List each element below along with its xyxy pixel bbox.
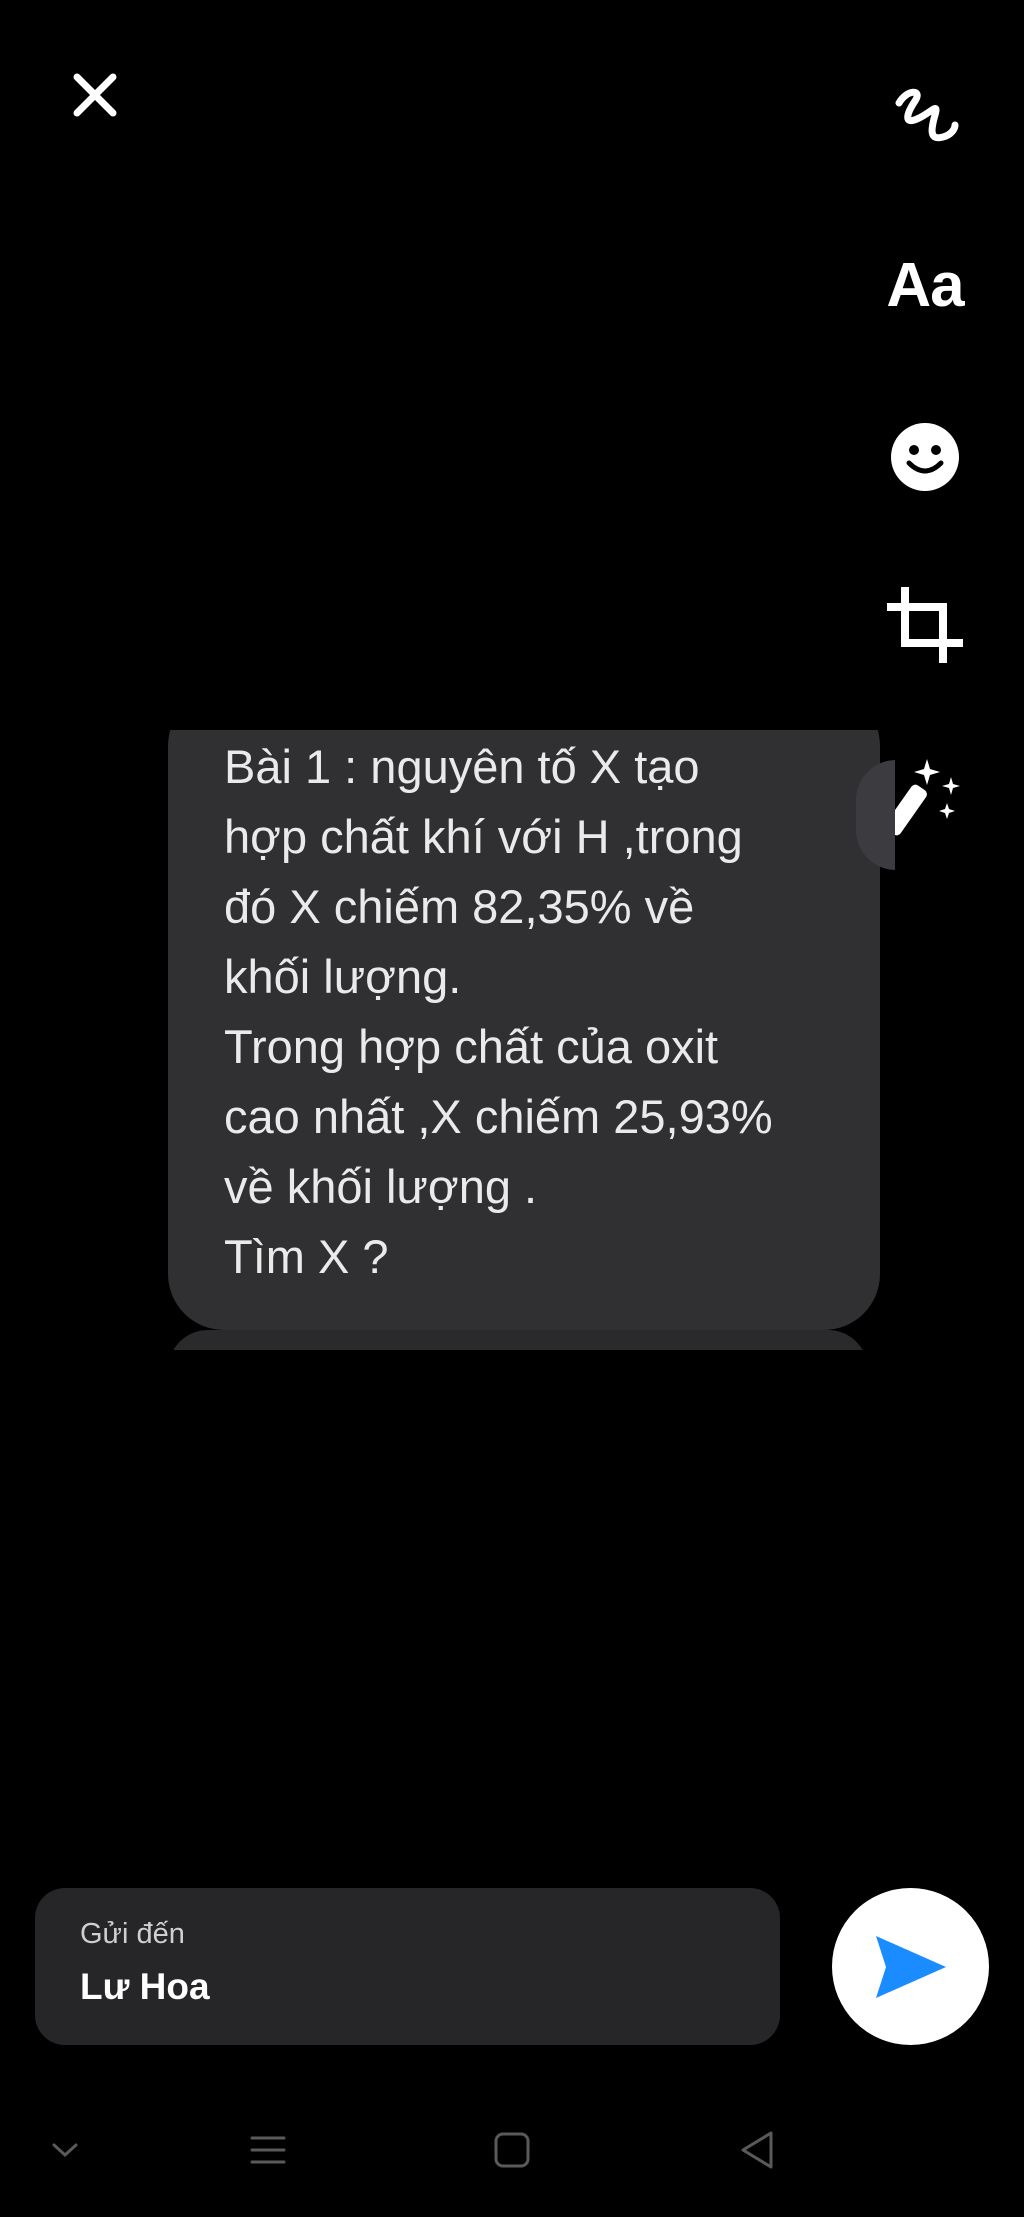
next-message-bubble xyxy=(168,1330,868,1350)
recipient-name: Lư Hoa xyxy=(80,1966,210,2007)
crop-tool-button[interactable] xyxy=(870,570,980,680)
send-button[interactable] xyxy=(832,1888,989,2045)
send-to-box[interactable]: Gửi đến Lư Hoa xyxy=(35,1888,780,2045)
magic-wand-icon xyxy=(885,759,960,836)
scribble-icon xyxy=(895,88,959,142)
text-tool-button[interactable]: Aa xyxy=(870,230,980,340)
smiley-icon xyxy=(891,423,959,491)
nav-collapse-button[interactable] xyxy=(25,2110,105,2190)
nav-home-button[interactable] xyxy=(472,2110,552,2190)
sticker-tool-button[interactable] xyxy=(870,402,980,512)
send-to-label: Gửi đến xyxy=(80,1918,185,1950)
send-arrow-icon xyxy=(875,1935,946,1998)
triangle-back-icon xyxy=(741,2131,773,2169)
message-bubble: Bài 1 : nguyên tố X tạo hợp chất khí với… xyxy=(168,730,880,1330)
close-icon xyxy=(73,73,117,117)
chevron-down-icon xyxy=(52,2143,78,2158)
menu-icon xyxy=(250,2136,286,2164)
draw-tool-button[interactable] xyxy=(870,60,980,170)
message-photo: Bài 1 : nguyên tố X tạo hợp chất khí với… xyxy=(150,730,895,1350)
crop-icon xyxy=(887,587,963,663)
nav-menu-button[interactable] xyxy=(228,2110,308,2190)
nav-back-button[interactable] xyxy=(716,2110,796,2190)
square-icon xyxy=(494,2132,530,2168)
text-tool-label: Aa xyxy=(886,250,964,320)
close-button[interactable] xyxy=(60,60,130,130)
message-text: Bài 1 : nguyên tố X tạo hợp chất khí với… xyxy=(224,740,773,1283)
